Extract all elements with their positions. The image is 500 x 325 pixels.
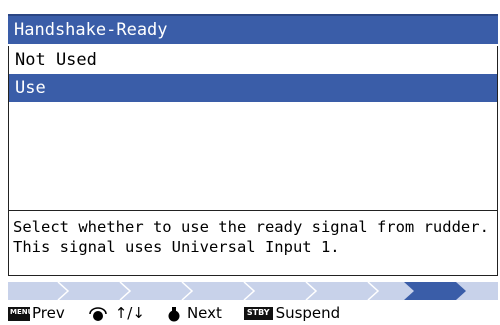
description-panel: Select whether to use the ready signal f… <box>8 210 498 276</box>
description-line-1: Select whether to use the ready signal f… <box>13 218 489 236</box>
knob-push-icon <box>167 306 181 322</box>
knob-icon <box>87 306 109 322</box>
step-progress-bar <box>8 282 498 300</box>
suspend-hint[interactable]: STBY Suspend <box>243 302 341 325</box>
suspend-label: Suspend <box>275 304 341 322</box>
footer-hints: MENU/ESC Prev ↑/↓ Next STBY Suspend <box>8 302 498 325</box>
next-label: Next <box>186 304 222 322</box>
arrows-label: ↑/↓ <box>114 304 145 322</box>
description-line-2: This signal uses Universal Input 1. <box>13 238 340 256</box>
wizard-screen: Handshake-Ready Not Used Use Select whet… <box>0 0 500 325</box>
menu-esc-key-icon: MENU/ESC <box>8 306 51 321</box>
prev-label: Prev <box>32 304 65 322</box>
prev-hint[interactable]: MENU/ESC Prev <box>8 302 65 325</box>
select-hint[interactable]: ↑/↓ <box>87 302 145 325</box>
next-hint[interactable]: Next <box>167 302 222 325</box>
page-title: Handshake-Ready <box>8 14 498 44</box>
stby-key-icon: STBY <box>243 307 273 320</box>
option-use[interactable]: Use <box>9 74 497 102</box>
option-list: Not Used Use <box>8 46 498 210</box>
option-not-used[interactable]: Not Used <box>9 46 497 74</box>
